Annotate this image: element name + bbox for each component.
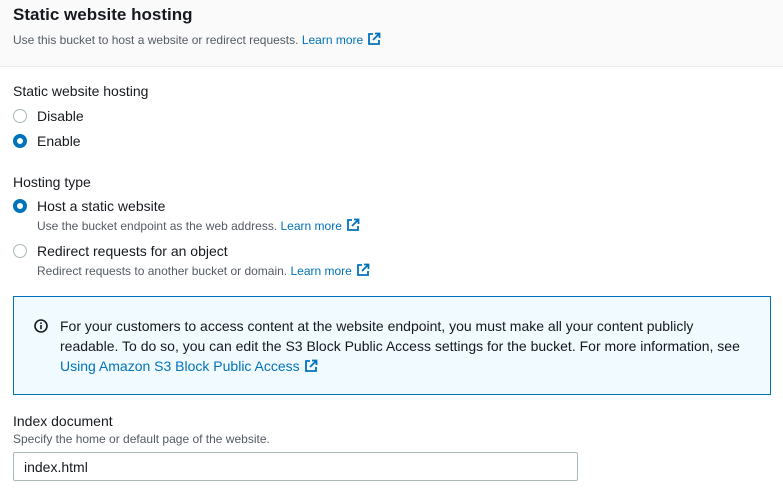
hosting-type-label: Hosting type: [13, 174, 91, 190]
section-title: Static website hosting: [13, 5, 193, 24]
host-static-description-text: Use the bucket endpoint as the web addre…: [37, 219, 278, 233]
radio-redirect-button[interactable]: [13, 244, 27, 258]
index-document-input[interactable]: [13, 452, 578, 481]
radio-enable-button[interactable]: [13, 134, 27, 148]
header-learn-more-link[interactable]: Learn more: [301, 32, 381, 47]
radio-host-static-description: Use the bucket endpoint as the web addre…: [37, 218, 360, 233]
host-static-learn-more-label: Learn more: [280, 219, 342, 233]
radio-host-static-label: Host a static website: [37, 198, 166, 214]
info-icon: [34, 319, 48, 333]
block-public-access-link[interactable]: Using Amazon S3 Block Public Access: [60, 358, 318, 374]
external-link-icon: [346, 218, 360, 231]
hosting-label: Static website hosting: [13, 83, 149, 99]
radio-redirect-requests[interactable]: Redirect requests for an object Redirect…: [13, 243, 370, 278]
radio-enable[interactable]: Enable: [13, 133, 81, 150]
radio-redirect-description: Redirect requests to another bucket or d…: [37, 263, 370, 278]
external-link-icon: [368, 32, 381, 45]
radio-disable-label: Disable: [37, 108, 84, 124]
radio-disable-button[interactable]: [13, 109, 27, 123]
radio-host-static-button[interactable]: [13, 199, 27, 213]
radio-enable-label: Enable: [37, 133, 81, 149]
index-document-label: Index document: [13, 413, 113, 429]
radio-disable[interactable]: Disable: [13, 108, 84, 125]
info-alert-text: For your customers to access content at …: [60, 316, 750, 376]
section-header: Static website hosting Use this bucket t…: [0, 0, 783, 67]
external-link-icon: [304, 359, 318, 372]
info-alert: For your customers to access content at …: [13, 296, 771, 395]
radio-host-static-website[interactable]: Host a static website Use the bucket end…: [13, 198, 360, 233]
external-link-icon: [356, 263, 370, 276]
radio-redirect-label: Redirect requests for an object: [37, 243, 228, 259]
redirect-learn-more-label: Learn more: [290, 264, 352, 278]
redirect-description-text: Redirect requests to another bucket or d…: [37, 264, 288, 278]
index-document-description: Specify the home or default page of the …: [13, 432, 270, 446]
header-learn-more-label: Learn more: [301, 33, 364, 47]
block-public-access-link-label: Using Amazon S3 Block Public Access: [60, 358, 300, 374]
redirect-learn-more-link[interactable]: Learn more: [290, 263, 370, 278]
section-description-text: Use this bucket to host a website or red…: [13, 33, 299, 47]
section-description: Use this bucket to host a website or red…: [13, 32, 381, 47]
host-static-learn-more-link[interactable]: Learn more: [280, 218, 360, 233]
info-alert-message: For your customers to access content at …: [60, 318, 740, 354]
